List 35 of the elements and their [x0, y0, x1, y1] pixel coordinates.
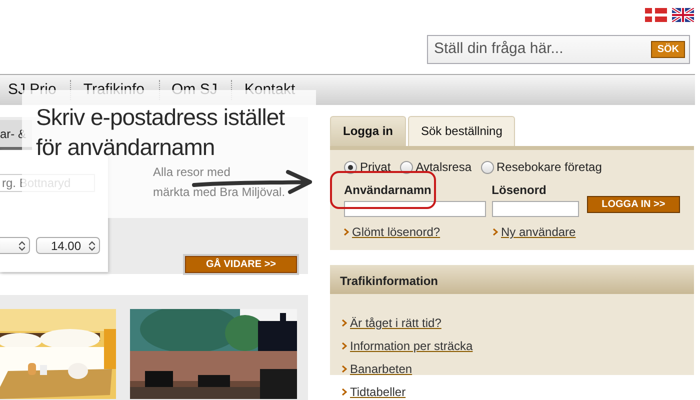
promo-text: Alla resor med: [153, 164, 232, 181]
account-link[interactable]: Ny användare: [501, 223, 576, 241]
danish-flag-icon[interactable]: [645, 8, 667, 22]
chevron-icon: [342, 388, 347, 396]
time-select[interactable]: 14.00: [36, 237, 100, 254]
login-tab[interactable]: Sök beställning: [408, 116, 516, 146]
username-label: Användarnamn: [344, 182, 432, 199]
login-button[interactable]: LOGGA IN >>: [586, 196, 680, 213]
password-label: Lösenord: [492, 182, 548, 199]
traffic-link[interactable]: Information per sträcka: [350, 337, 473, 355]
promo-text: märkta med Bra Miljöval.: [153, 184, 286, 201]
stepper-icon: [89, 240, 95, 250]
stepper-icon: [19, 240, 25, 250]
date-select[interactable]: [0, 237, 30, 254]
annotation-text: för användarnamn: [36, 133, 216, 162]
traffic-title: Trafikinformation: [330, 265, 694, 294]
radio-option[interactable]: Avtalsresa: [400, 158, 472, 176]
login-tab[interactable]: Logga in: [330, 116, 406, 146]
chevron-icon: [493, 228, 498, 236]
traffic-link[interactable]: Tidtabeller: [350, 383, 406, 400]
annotation-text: Skriv e-postadress istället: [36, 103, 286, 132]
password-field[interactable]: [492, 201, 579, 217]
continue-button[interactable]: GÅ VIDARE >>: [185, 256, 297, 273]
chevron-icon: [342, 319, 347, 327]
chevron-icon: [344, 228, 349, 236]
chevron-icon: [342, 342, 347, 350]
traffic-link[interactable]: Är tåget i rätt tid?: [350, 314, 442, 332]
radio-option[interactable]: Privat: [344, 158, 391, 176]
username-field[interactable]: [344, 201, 486, 217]
chevron-icon: [342, 365, 347, 373]
radio-option[interactable]: Resebokare företag: [480, 158, 602, 176]
time-value: 14.00: [50, 238, 81, 254]
account-link[interactable]: Glömt lösenord?: [352, 223, 440, 241]
british-flag-icon[interactable]: [672, 8, 694, 22]
traffic-link[interactable]: Banarbeten: [350, 360, 412, 378]
